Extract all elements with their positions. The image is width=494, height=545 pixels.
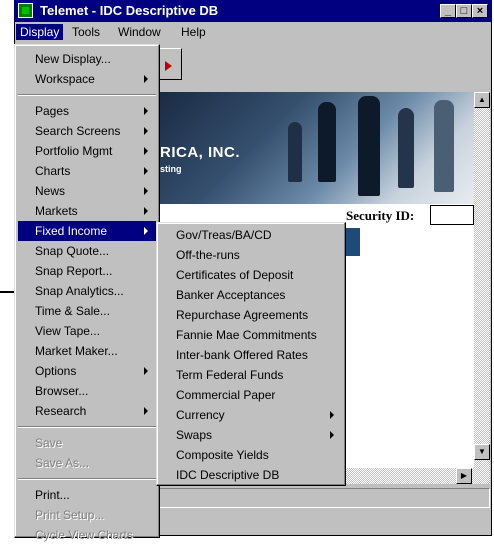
submenu-arrow-icon bbox=[144, 167, 148, 175]
menu-item-print-setup: Print Setup... bbox=[35, 508, 105, 522]
scroll-right-icon[interactable]: ▶ bbox=[456, 468, 472, 484]
submenu-item-certificates-of-deposit[interactable]: Certificates of Deposit bbox=[160, 265, 342, 285]
submenu-item-term-federal-funds[interactable]: Term Federal Funds bbox=[160, 365, 342, 385]
submenu-item-currency[interactable]: Currency bbox=[160, 405, 342, 425]
scroll-down-icon[interactable]: ▼ bbox=[474, 444, 490, 460]
minimize-button[interactable]: _ bbox=[440, 4, 456, 18]
menu-separator bbox=[18, 426, 156, 428]
menu-item-markets[interactable]: Markets bbox=[18, 201, 156, 221]
banner-subtext: sting bbox=[160, 164, 182, 174]
menu-item-pages[interactable]: Pages bbox=[18, 101, 156, 121]
submenu-item-banker-acceptances[interactable]: Banker Acceptances bbox=[160, 285, 342, 305]
display-menu: New Display... Workspace Pages Search Sc… bbox=[14, 44, 160, 542]
scroll-up-icon[interactable]: ▲ bbox=[474, 92, 490, 108]
submenu-arrow-icon bbox=[144, 207, 148, 215]
menu-item-new-display[interactable]: New Display... bbox=[18, 49, 156, 69]
menu-item-print[interactable]: Print... bbox=[18, 485, 156, 505]
menu-tools[interactable]: Tools bbox=[68, 24, 104, 40]
menu-separator bbox=[18, 94, 156, 96]
vertical-scrollbar[interactable]: ▲ ▼ bbox=[474, 92, 490, 484]
submenu-item-commercial-paper[interactable]: Commercial Paper bbox=[160, 385, 342, 405]
submenu-item-fannie-mae-commitments[interactable]: Fannie Mae Commitments bbox=[160, 325, 342, 345]
maximize-button[interactable]: □ bbox=[456, 4, 472, 18]
menu-item-workspace[interactable]: Workspace bbox=[18, 69, 156, 89]
menu-window[interactable]: Window bbox=[114, 24, 165, 40]
security-id-label: Security ID: bbox=[346, 208, 415, 223]
fixed-income-submenu: Gov/Treas/BA/CD Off-the-runs Certificate… bbox=[156, 222, 346, 486]
menu-item-research[interactable]: Research bbox=[18, 401, 156, 421]
menu-item-snap-quote[interactable]: Snap Quote... bbox=[18, 241, 156, 261]
submenu-item-idc-descriptive-db[interactable]: IDC Descriptive DB bbox=[160, 465, 342, 485]
submenu-item-swaps[interactable]: Swaps bbox=[160, 425, 342, 445]
menu-item-market-maker[interactable]: Market Maker... bbox=[18, 341, 156, 361]
submenu-item-off-the-runs[interactable]: Off-the-runs bbox=[160, 245, 342, 265]
window-title: Telemet - IDC Descriptive DB bbox=[40, 3, 219, 18]
menu-item-browser[interactable]: Browser... bbox=[18, 381, 156, 401]
app-icon[interactable] bbox=[18, 3, 33, 18]
submenu-item-repurchase-agreements[interactable]: Repurchase Agreements bbox=[160, 305, 342, 325]
submenu-arrow-icon bbox=[330, 431, 334, 439]
menu-item-save-as: Save As... bbox=[35, 456, 90, 470]
submenu-arrow-icon bbox=[144, 407, 148, 415]
close-button[interactable]: × bbox=[472, 4, 488, 18]
submenu-arrow-icon bbox=[144, 227, 148, 235]
menu-item-search-screens[interactable]: Search Screens bbox=[18, 121, 156, 141]
menu-item-charts[interactable]: Charts bbox=[18, 161, 156, 181]
status-bar bbox=[158, 488, 490, 508]
menu-item-view-tape[interactable]: View Tape... bbox=[18, 321, 156, 341]
submenu-item-gov-treas[interactable]: Gov/Treas/BA/CD bbox=[160, 225, 342, 245]
menu-item-cycle-view-charts: Cycle View Charts bbox=[35, 528, 133, 542]
submenu-arrow-icon bbox=[144, 367, 148, 375]
menu-item-portfolio-mgmt[interactable]: Portfolio Mgmt bbox=[18, 141, 156, 161]
title-bar[interactable]: Telemet - IDC Descriptive DB _ □ × bbox=[14, 0, 492, 22]
submenu-arrow-icon bbox=[144, 127, 148, 135]
submenu-item-composite-yields[interactable]: Composite Yields bbox=[160, 445, 342, 465]
menu-item-snap-report[interactable]: Snap Report... bbox=[18, 261, 156, 281]
menu-help[interactable]: Help bbox=[177, 24, 210, 40]
banner-text: RICA, INC. bbox=[160, 144, 240, 161]
menu-item-save: Save bbox=[35, 436, 63, 450]
submenu-item-inter-bank-offered-rates[interactable]: Inter-bank Offered Rates bbox=[160, 345, 342, 365]
menu-item-news[interactable]: News bbox=[18, 181, 156, 201]
menu-item-options[interactable]: Options bbox=[18, 361, 156, 381]
submenu-arrow-icon bbox=[330, 411, 334, 419]
menu-item-snap-analytics[interactable]: Snap Analytics... bbox=[18, 281, 156, 301]
submenu-arrow-icon bbox=[144, 187, 148, 195]
menu-item-fixed-income[interactable]: Fixed Income bbox=[18, 221, 156, 241]
submenu-arrow-icon bbox=[144, 147, 148, 155]
menu-display[interactable]: Display bbox=[16, 24, 64, 40]
menu-bar: Display Tools Window Help bbox=[15, 22, 491, 42]
menu-item-time-sale[interactable]: Time & Sale... bbox=[18, 301, 156, 321]
submenu-arrow-icon bbox=[144, 107, 148, 115]
menu-separator bbox=[18, 478, 156, 480]
submenu-arrow-icon bbox=[144, 75, 148, 83]
security-id-input[interactable] bbox=[430, 205, 474, 225]
